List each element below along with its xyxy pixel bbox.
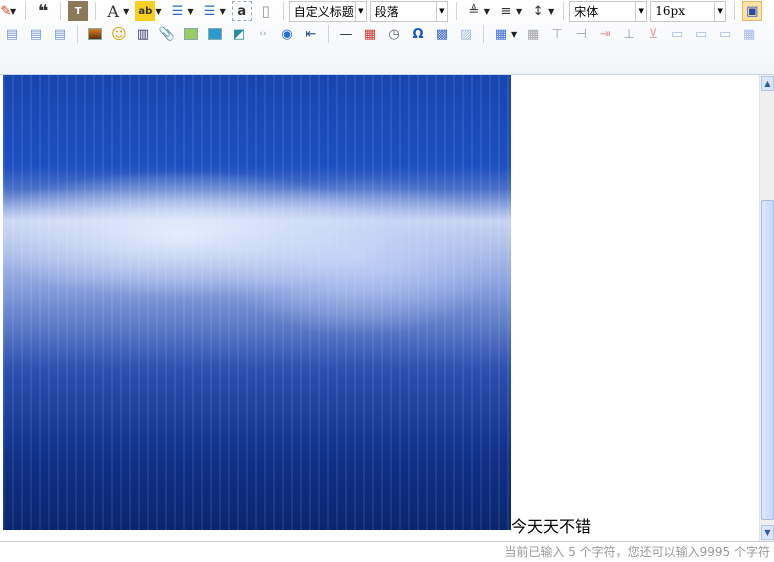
word-count: 当前已输入 5 个字符，您还可以输入9995 个字符 <box>504 545 770 559</box>
editor-toolbar: ✎ ▼ ❝ T A ▼ ab ▼ ☰ ▼ ☰ ▼ a ▯ 自定义标题 ▼ 段落 ▼ ≜ ▼ ≡ ▼… <box>0 0 774 75</box>
time-icon[interactable]: ◷ <box>384 24 404 44</box>
paragraph-select-value: 段落 <box>374 4 399 19</box>
heading-select[interactable]: 自定义标题 ▼ <box>288 0 367 22</box>
font-size-select[interactable]: 16px ▼ <box>650 0 727 22</box>
insert-row-icon: ⊣ <box>575 26 587 42</box>
row-spacing-top-icon[interactable]: ≜ <box>464 1 484 21</box>
font-family-select[interactable]: 宋体 ▼ <box>569 0 648 22</box>
font-size-value: 16px <box>655 4 685 18</box>
split-cells-icon: ▦ <box>743 26 756 42</box>
omega-icon[interactable]: Ω <box>408 24 428 44</box>
font-color-icon[interactable]: A <box>103 1 123 21</box>
vertical-scrollbar[interactable]: ▲ ▼ <box>759 75 774 541</box>
chevron-down-icon[interactable]: ▼ <box>354 1 366 21</box>
toolbar-row-2: ▤ ▤ ▤ ☺ ▥ 📎 ◩ ‹› ◉ ⇤ — ▦ ◷ Ω ▩ ▨ ▦ ▼ ▦ ⊤ … <box>0 23 761 45</box>
scroll-up-icon[interactable]: ▲ <box>761 76 774 91</box>
image-center-icon[interactable]: ▤ <box>26 24 46 44</box>
highlight-icon[interactable]: ab <box>135 1 156 21</box>
separator <box>77 25 78 43</box>
select-all-icon[interactable]: a <box>231 1 252 21</box>
chevron-down-icon[interactable]: ▼ <box>714 1 725 21</box>
link-icon[interactable]: ▩ <box>432 24 452 44</box>
image-icon[interactable] <box>85 24 105 44</box>
gmap-icon[interactable] <box>205 24 225 44</box>
scrawl-icon[interactable]: ◉ <box>277 24 297 44</box>
status-bar: 当前已输入 5 个字符，您还可以输入9995 个字符 <box>0 541 774 560</box>
attachment-icon[interactable]: 📎 <box>157 24 177 44</box>
delete-table-icon: ▦ <box>527 26 540 42</box>
separator <box>483 25 484 43</box>
code-icon[interactable]: ‹› <box>253 24 273 44</box>
chevron-down-icon[interactable]: ▼ <box>220 7 226 16</box>
delete-row-icon: ⇥ <box>599 26 611 42</box>
delete-col-icon: ⊻ <box>648 26 658 42</box>
ordered-list-icon[interactable]: ☰ <box>167 1 187 21</box>
heading-select-value: 自定义标题 <box>293 4 354 19</box>
date-icon[interactable]: ▦ <box>360 24 380 44</box>
separator <box>563 2 565 20</box>
format-brush-icon[interactable]: ✎ <box>1 1 12 21</box>
paragraph-select[interactable]: 段落 ▼ <box>369 0 448 22</box>
chevron-down-icon[interactable]: ▼ <box>635 1 646 21</box>
unordered-list-icon[interactable]: ☰ <box>200 1 220 21</box>
clear-doc-icon[interactable]: ▯ <box>256 1 276 21</box>
emoticon-icon[interactable]: ☺ <box>109 24 129 44</box>
separator <box>60 2 62 20</box>
paste-plain-icon[interactable]: T <box>68 1 89 21</box>
chevron-down-icon[interactable]: ▼ <box>511 30 517 39</box>
chevron-down-icon[interactable]: ▼ <box>155 7 161 16</box>
chevron-down-icon[interactable]: ▼ <box>516 7 522 16</box>
scroll-down-icon[interactable]: ▼ <box>761 525 774 540</box>
merge-down-icon: ▭ <box>719 26 732 42</box>
word-image-icon[interactable]: ▨ <box>456 24 476 44</box>
editor-text[interactable]: 今天天不错 <box>511 513 591 537</box>
horizontal-line-icon[interactable]: — <box>336 24 356 44</box>
editor-content-area[interactable]: 今天天不错 <box>0 75 759 541</box>
row-spacing-bottom-icon[interactable]: ≡ <box>496 1 516 21</box>
blockquote-icon[interactable]: ❝ <box>33 1 53 22</box>
table-icon[interactable]: ▦ <box>491 24 511 44</box>
separator <box>328 25 329 43</box>
fullscreen-icon[interactable]: ▣ <box>742 1 763 21</box>
iframe-icon[interactable]: ◩ <box>229 24 249 44</box>
separator <box>95 2 97 20</box>
insert-col-icon: ⊥ <box>623 26 635 42</box>
chevron-down-icon[interactable]: ▼ <box>484 7 490 16</box>
map-icon[interactable] <box>181 24 201 44</box>
font-family-value: 宋体 <box>574 4 599 19</box>
chevron-down-icon[interactable]: ▼ <box>10 7 16 16</box>
separator <box>734 2 736 20</box>
scrollbar-thumb[interactable] <box>761 200 774 520</box>
toolbar-row-1: ✎ ▼ ❝ T A ▼ ab ▼ ☰ ▼ ☰ ▼ a ▯ 自定义标题 ▼ 段落 ▼ ≜ ▼ ≡ ▼… <box>0 0 764 22</box>
chevron-down-icon[interactable]: ▼ <box>548 7 554 16</box>
separator <box>282 2 284 20</box>
forest-snow-image[interactable] <box>3 75 511 530</box>
separator <box>455 2 457 20</box>
image-float-right-icon[interactable]: ▤ <box>50 24 70 44</box>
line-height-icon[interactable]: ↕ <box>528 1 548 21</box>
merge-cells-icon: ▭ <box>671 26 684 42</box>
image-float-left-icon[interactable]: ▤ <box>2 24 22 44</box>
insert-caption-icon: ⊤ <box>551 26 563 42</box>
chevron-down-icon[interactable]: ▼ <box>123 7 129 16</box>
merge-right-icon: ▭ <box>695 26 708 42</box>
pagebreak-icon[interactable]: ⇤ <box>301 24 321 44</box>
chevron-down-icon[interactable]: ▼ <box>435 1 447 21</box>
separator <box>25 2 27 20</box>
chevron-down-icon[interactable]: ▼ <box>187 7 193 16</box>
video-icon[interactable]: ▥ <box>133 24 153 44</box>
